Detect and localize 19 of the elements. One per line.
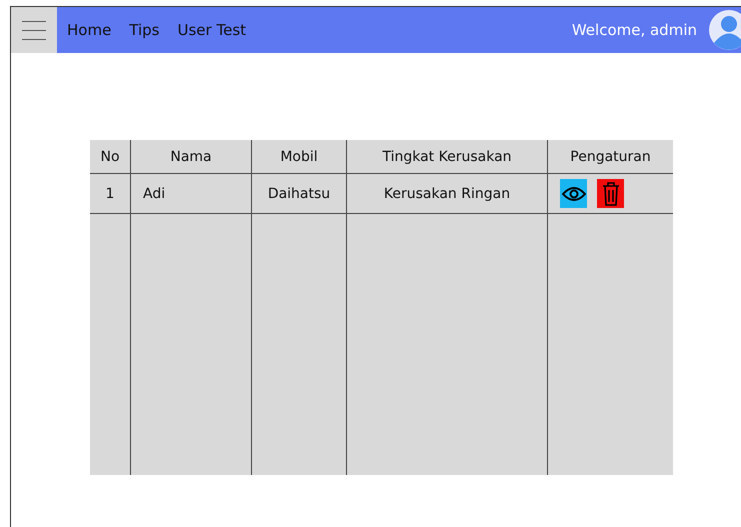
nav-link[interactable]: User Test [178,21,246,39]
column-header: No [90,140,130,174]
table-cell: Kerusakan Ringan [346,174,548,214]
menu-button[interactable] [11,7,57,53]
table-cell: Daihatsu [252,174,346,214]
eye-icon [562,186,586,202]
view-button[interactable] [560,179,587,208]
table-cell: 1 [90,174,130,214]
welcome-text: Welcome, admin [572,21,697,39]
column-header: Mobil [252,140,346,174]
column-header: Nama [130,140,252,174]
column-header: Tingkat Kerusakan [346,140,548,174]
nav-link[interactable]: Tips [129,21,160,39]
table-cell: Adi [130,174,252,214]
column-header: Pengaturan [548,140,673,174]
delete-button[interactable] [597,179,624,208]
nav-link[interactable]: Home [67,21,112,39]
avatar-icon[interactable] [709,10,741,50]
trash-icon [602,182,620,206]
